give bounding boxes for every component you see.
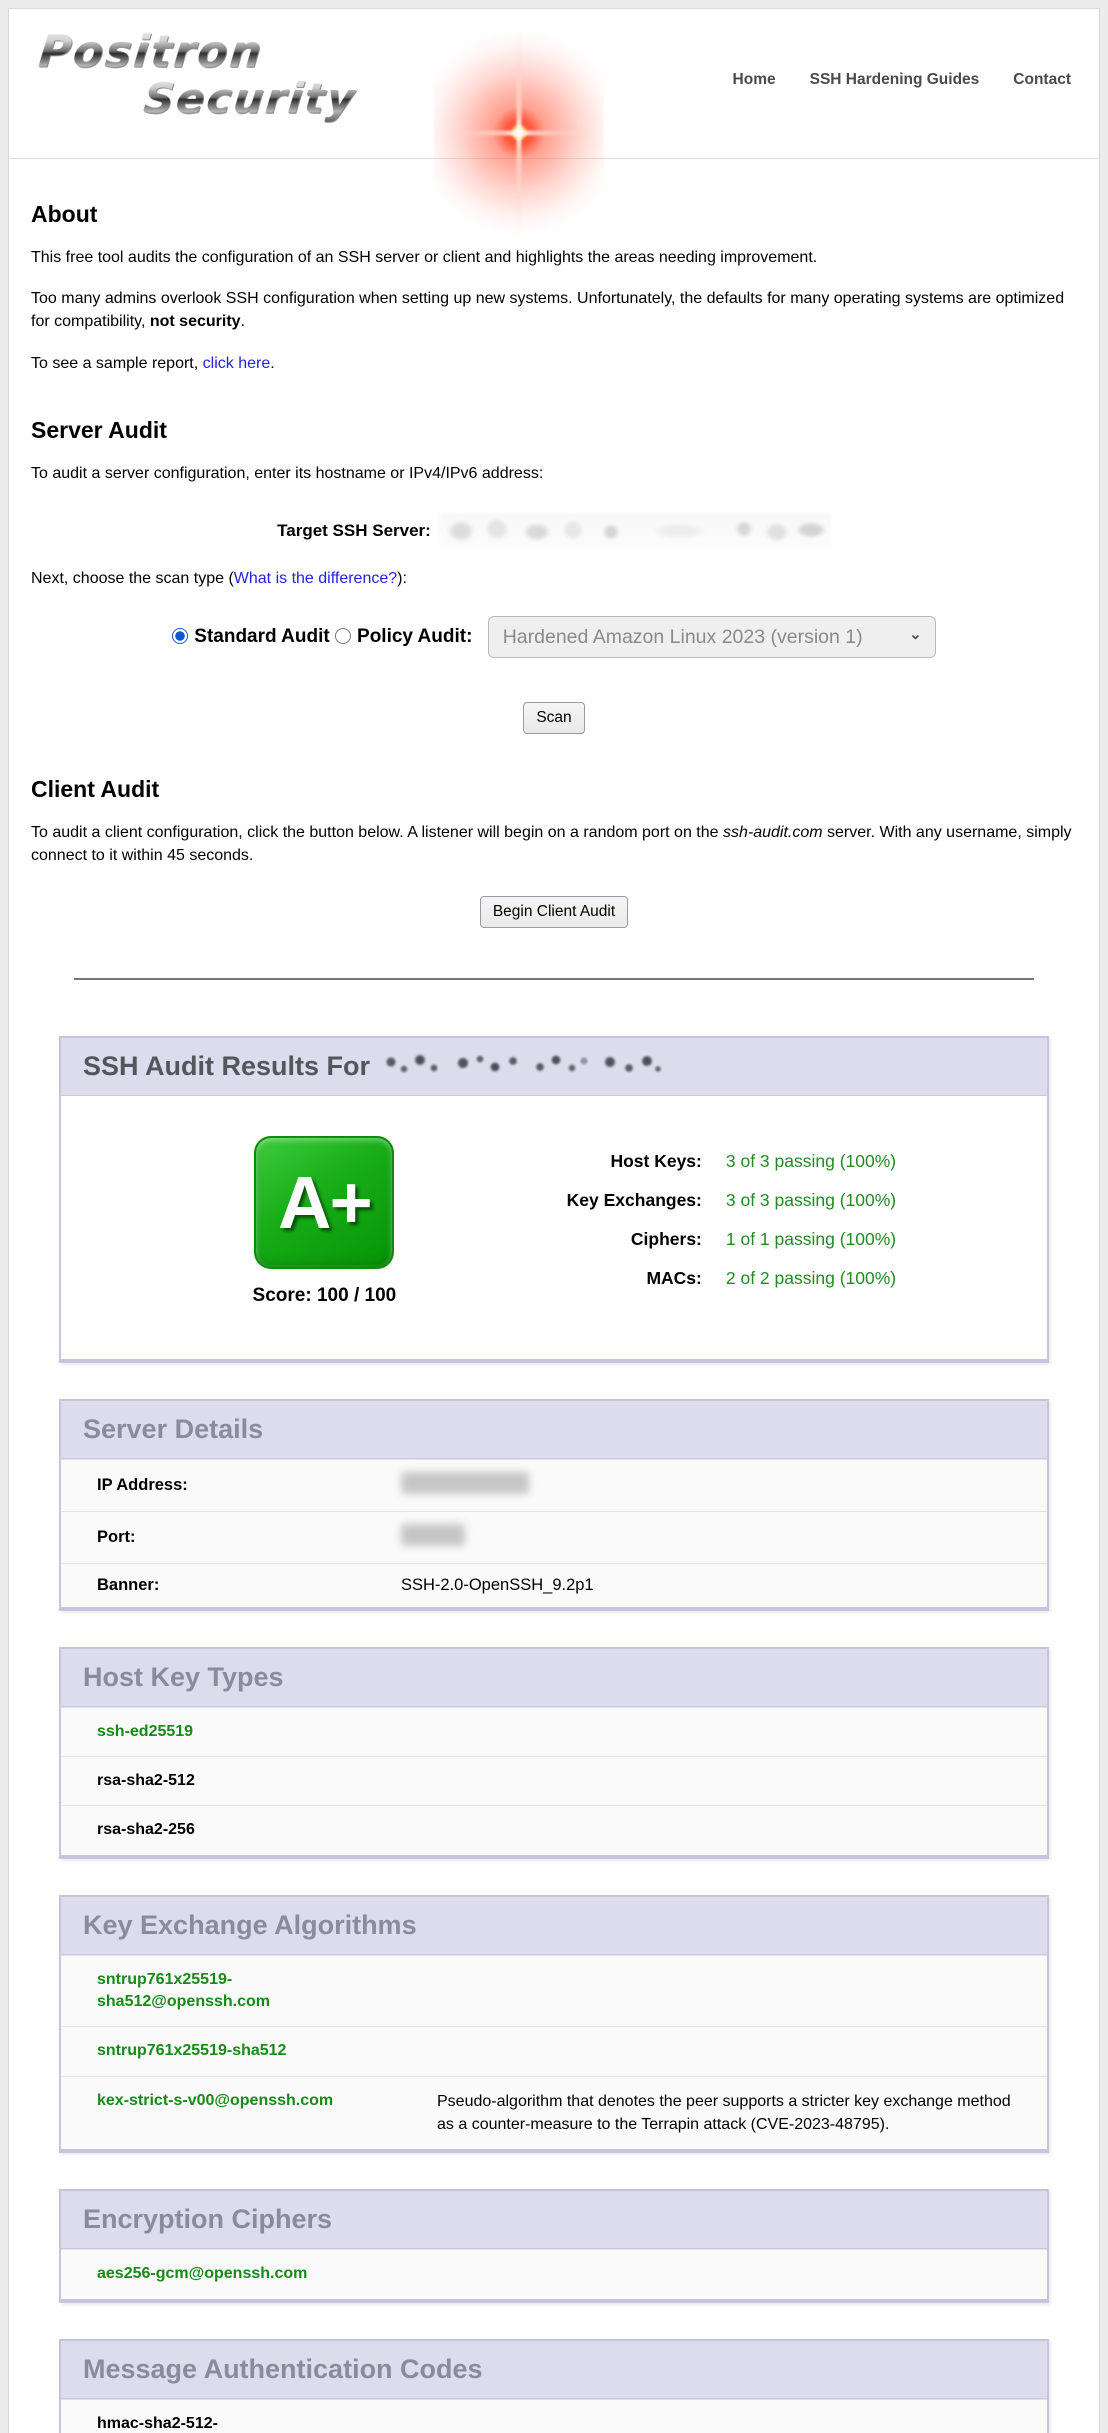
main-nav: Home SSH Hardening Guides Contact [733, 71, 1071, 89]
grade-letter: A+ [278, 1160, 371, 1245]
banner-value: SSH-2.0-OpenSSH_9.2p1 [401, 1576, 1047, 1595]
mac-row: hmac-sha2-512-etm@openssh.com [61, 2399, 1047, 2433]
macs-header: Message Authentication Codes [61, 2341, 1047, 2399]
results-panel-header: SSH Audit Results For [61, 1038, 1047, 1096]
macs-panel: Message Authentication Codes hmac-sha2-5… [59, 2339, 1049, 2433]
policy-audit-label: Policy Audit: [357, 626, 472, 647]
site-header: Positron Security Home SSH Hardening Gui… [9, 9, 1099, 159]
policy-audit-radio[interactable] [335, 628, 351, 644]
kex-row: sntrup761x25519-sha512 [61, 2026, 1047, 2075]
not-security-bold: not security [150, 313, 241, 330]
target-ssh-server-label: Target SSH Server: [277, 521, 431, 540]
server-audit-intro: To audit a server configuration, enter i… [31, 462, 1077, 485]
logo-text-line1: Positron [36, 27, 265, 78]
section-divider [74, 978, 1034, 980]
policy-select-wrap: Hardened Amazon Linux 2023 (version 1) ⌄ [488, 616, 936, 658]
redacted-port-value [401, 1524, 465, 1546]
redacted-ip-value [401, 1472, 529, 1494]
client-audit-heading: Client Audit [31, 776, 1077, 803]
key-exchange-panel: Key Exchange Algorithms sntrup761x25519-… [59, 1895, 1049, 2154]
host-key-row: rsa-sha2-512 [61, 1756, 1047, 1805]
stat-row-macs: MACs: 2 of 2 passing (100%) [497, 1259, 896, 1298]
server-details-panel: Server Details IP Address: Port: Banner:… [59, 1399, 1049, 1611]
score-label: Score: 100 / 100 [212, 1285, 437, 1307]
kex-row: sntrup761x25519-sha512@openssh.com [61, 1955, 1047, 2027]
stat-row-ciphers: Ciphers: 1 of 1 passing (100%) [497, 1220, 896, 1259]
scan-type-options: Standard Audit Policy Audit: Hardened Am… [31, 616, 1077, 658]
host-key-row: ssh-ed25519 [61, 1707, 1047, 1756]
ssh-audit-results-panel: SSH Audit Results For A+ Score: 100 / 10… [59, 1036, 1049, 1363]
target-ssh-server-input[interactable] [439, 513, 831, 549]
host-key-row: rsa-sha2-256 [61, 1805, 1047, 1854]
redacted-hostname [382, 1051, 663, 1079]
server-details-header: Server Details [61, 1401, 1047, 1459]
detail-row-ip: IP Address: [61, 1459, 1047, 1511]
host-key-types-panel: Host Key Types ssh-ed25519 rsa-sha2-512 … [59, 1647, 1049, 1859]
client-audit-button-row: Begin Client Audit [31, 896, 1077, 928]
grade-column: A+ Score: 100 / 100 [212, 1136, 437, 1307]
kex-note: Pseudo-algorithm that denotes the peer s… [347, 2090, 1047, 2136]
logo-text-line2: Security [141, 74, 358, 123]
nav-ssh-hardening-guides[interactable]: SSH Hardening Guides [810, 71, 980, 89]
scan-button-row: Scan [31, 702, 1077, 734]
about-heading: About [31, 201, 1077, 228]
standard-audit-label: Standard Audit [194, 626, 329, 647]
begin-client-audit-button[interactable]: Begin Client Audit [480, 896, 628, 928]
standard-audit-radio[interactable] [172, 628, 188, 644]
nav-contact[interactable]: Contact [1013, 71, 1071, 89]
results-panel-body: A+ Score: 100 / 100 Host Keys: 3 of 3 pa… [61, 1096, 1047, 1359]
grade-badge: A+ [254, 1136, 394, 1269]
positron-security-logo[interactable]: Positron Security [39, 27, 469, 147]
host-key-types-header: Host Key Types [61, 1649, 1047, 1707]
kex-row: kex-strict-s-v00@openssh.com Pseudo-algo… [61, 2076, 1047, 2149]
scan-button[interactable]: Scan [523, 702, 584, 734]
target-server-row: Target SSH Server: [31, 513, 1077, 549]
scan-type-paragraph: Next, choose the scan type (What is the … [31, 567, 1077, 590]
main-content-card: Positron Security Home SSH Hardening Gui… [8, 8, 1100, 2433]
cipher-row: aes256-gcm@openssh.com [61, 2249, 1047, 2298]
server-audit-heading: Server Audit [31, 417, 1077, 444]
nav-home[interactable]: Home [733, 71, 776, 89]
stats-column: Host Keys: 3 of 3 passing (100%) Key Exc… [497, 1142, 896, 1307]
sample-report-link[interactable]: click here [203, 355, 271, 372]
encryption-ciphers-panel: Encryption Ciphers aes256-gcm@openssh.co… [59, 2189, 1049, 2302]
what-is-difference-link[interactable]: What is the difference? [234, 570, 397, 587]
ssh-audit-com-italic: ssh-audit.com [723, 824, 823, 841]
client-audit-paragraph: To audit a client configuration, click t… [31, 821, 1077, 867]
about-paragraph-3: To see a sample report, click here. [31, 352, 1077, 375]
encryption-ciphers-header: Encryption Ciphers [61, 2191, 1047, 2249]
detail-row-banner: Banner: SSH-2.0-OpenSSH_9.2p1 [61, 1563, 1047, 1607]
page: Positron Security Home SSH Hardening Gui… [0, 0, 1108, 2433]
stat-row-host-keys: Host Keys: 3 of 3 passing (100%) [497, 1142, 896, 1181]
stat-row-key-exchanges: Key Exchanges: 3 of 3 passing (100%) [497, 1181, 896, 1220]
about-paragraph-1: This free tool audits the configuration … [31, 246, 1077, 269]
key-exchange-header: Key Exchange Algorithms [61, 1897, 1047, 1955]
detail-row-port: Port: [61, 1511, 1047, 1563]
policy-select[interactable]: Hardened Amazon Linux 2023 (version 1) [488, 616, 936, 658]
about-paragraph-2: Too many admins overlook SSH configurati… [31, 287, 1077, 333]
